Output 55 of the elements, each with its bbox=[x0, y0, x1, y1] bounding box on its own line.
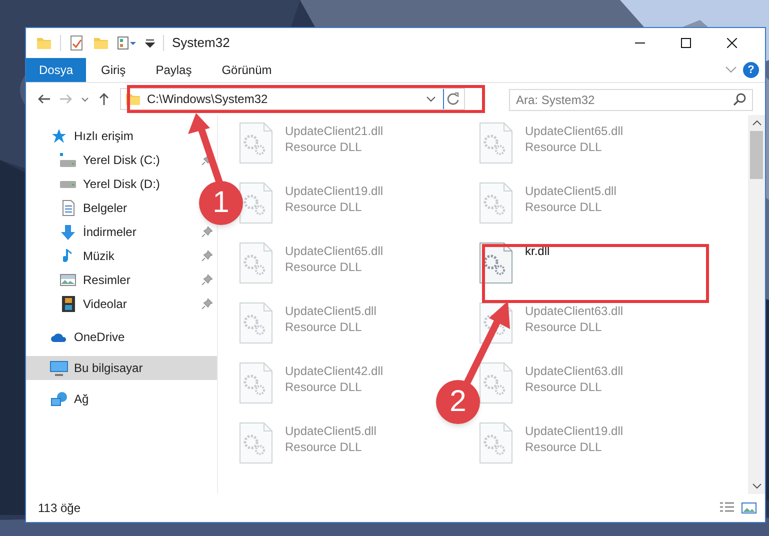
file-type: Resource DLL bbox=[525, 439, 603, 455]
computer-icon bbox=[50, 360, 68, 376]
file-type: Resource DLL bbox=[525, 139, 603, 155]
ribbon-tab[interactable]: Paylaş bbox=[140, 58, 207, 82]
network-icon bbox=[51, 392, 67, 406]
nav-item[interactable]: Yerel Disk (D:) bbox=[26, 172, 196, 196]
nav-item[interactable]: OneDrive bbox=[26, 325, 196, 349]
file-type: Resource DLL bbox=[525, 199, 603, 215]
search-field[interactable]: Ara: System32 bbox=[509, 89, 753, 111]
nav-item[interactable]: Ağ bbox=[26, 387, 196, 411]
star-icon bbox=[51, 128, 67, 144]
nav-item[interactable]: Hızlı erişim bbox=[26, 124, 196, 148]
view-options-icon[interactable] bbox=[117, 35, 137, 51]
file-type: Resource DLL bbox=[285, 199, 363, 215]
scroll-down-icon[interactable] bbox=[752, 481, 762, 491]
file-type: Resource DLL bbox=[525, 379, 603, 395]
window-title: System32 bbox=[172, 34, 230, 52]
nav-item[interactable]: Belgeler bbox=[26, 196, 196, 220]
file-name[interactable]: kr.dll bbox=[525, 243, 550, 259]
item-count: 113 öğe bbox=[38, 500, 82, 517]
download-icon bbox=[61, 224, 75, 240]
ribbon-tab[interactable]: Giriş bbox=[86, 58, 141, 82]
file-type: Resource DLL bbox=[285, 379, 363, 395]
file-type: Resource DLL bbox=[525, 319, 603, 335]
nav-item[interactable]: Yerel Disk (C:) bbox=[26, 148, 217, 172]
file-type: Resource DLL bbox=[285, 139, 363, 155]
nav-item[interactable]: Videolar bbox=[26, 292, 217, 316]
help-button[interactable]: ? bbox=[743, 62, 759, 78]
maximize-icon bbox=[681, 38, 691, 48]
file-type: Resource DLL bbox=[285, 319, 363, 335]
film-icon bbox=[62, 296, 74, 312]
address-path: C:\Windows\System32 bbox=[147, 91, 268, 108]
pictures-icon bbox=[60, 274, 76, 286]
music-note-icon bbox=[63, 248, 73, 264]
drive-icon bbox=[60, 180, 76, 188]
document-icon bbox=[62, 200, 74, 216]
properties-icon[interactable] bbox=[69, 35, 85, 51]
nav-item[interactable]: Bu bilgisayar bbox=[26, 356, 217, 380]
search-icon[interactable] bbox=[733, 92, 747, 106]
drive-icon bbox=[60, 153, 76, 167]
scroll-up-icon[interactable] bbox=[752, 118, 762, 128]
file-type: Resource DLL bbox=[285, 439, 363, 455]
close-icon bbox=[727, 38, 737, 48]
scrollbar[interactable] bbox=[748, 115, 765, 494]
nav-item[interactable]: Müzik bbox=[26, 244, 217, 268]
nav-item[interactable]: Resimler bbox=[26, 268, 217, 292]
file-gear-icon[interactable] bbox=[239, 182, 273, 224]
expand-ribbon-icon[interactable] bbox=[725, 66, 737, 74]
folder-icon bbox=[125, 91, 141, 107]
ribbon-tab[interactable]: Görünüm bbox=[206, 58, 287, 82]
cloud-icon bbox=[51, 332, 67, 342]
large-icons-view-icon[interactable] bbox=[741, 501, 757, 515]
scroll-thumb[interactable] bbox=[750, 131, 763, 179]
file-type: Resource DLL bbox=[285, 259, 363, 275]
ribbon-tab[interactable]: Dosya bbox=[26, 58, 86, 82]
